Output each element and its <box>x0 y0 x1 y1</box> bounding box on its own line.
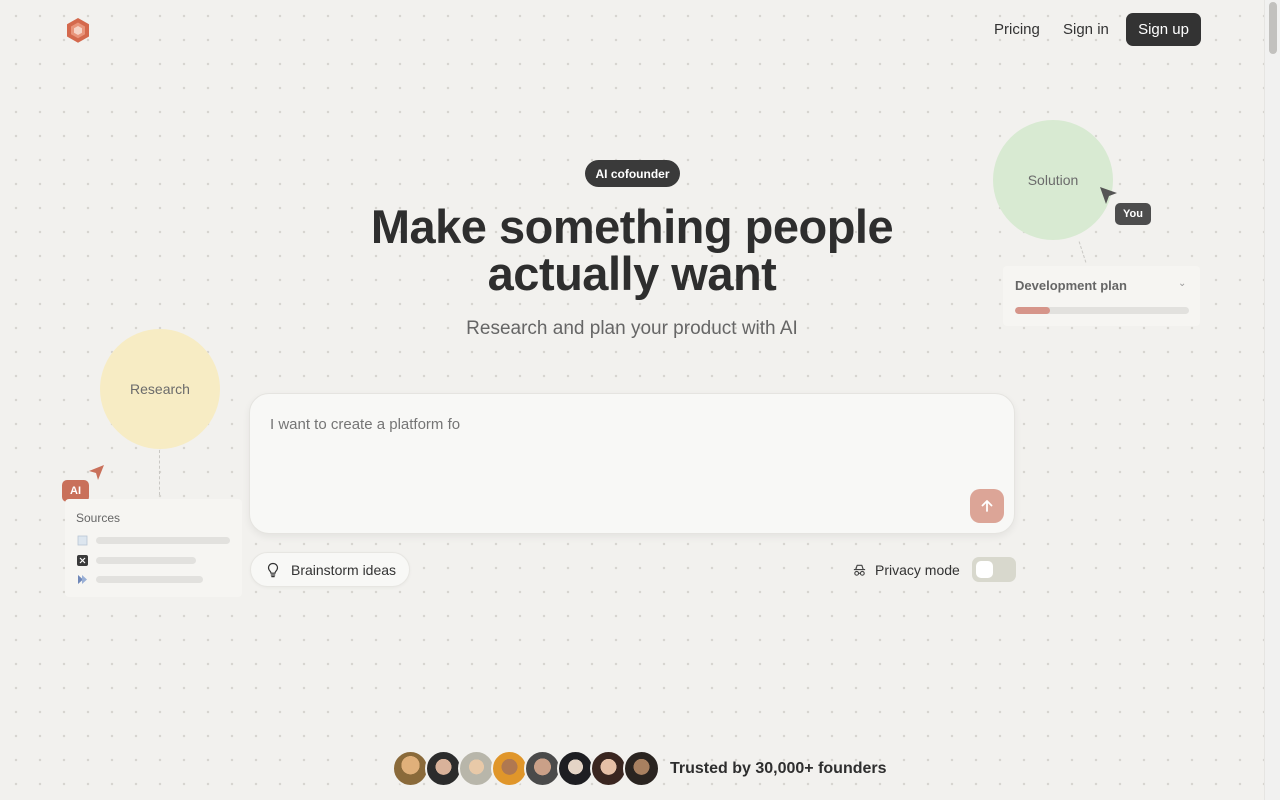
source-row-doc <box>77 535 230 545</box>
avatar <box>392 750 429 787</box>
ai-cursor-icon <box>89 465 104 480</box>
trusted-by-text: Trusted by 30,000+ founders <box>670 759 887 777</box>
research-label: Research <box>130 381 190 397</box>
send-button[interactable] <box>970 489 1004 523</box>
prompt-input[interactable] <box>270 416 970 476</box>
avatar <box>623 750 660 787</box>
ai-cofounder-badge: AI cofounder <box>585 160 680 187</box>
avatar <box>524 750 561 787</box>
connector-line <box>159 450 160 495</box>
avatar <box>557 750 594 787</box>
avatar <box>425 750 462 787</box>
arrow-up-icon <box>981 500 993 512</box>
source-bar <box>96 575 203 583</box>
brainstorm-ideas-button[interactable]: Brainstorm ideas <box>250 552 410 587</box>
document-icon <box>77 535 88 545</box>
chevron-down-icon: ⌄ <box>1178 278 1187 289</box>
source-row-media <box>77 574 203 584</box>
founder-avatars <box>392 750 660 787</box>
hero-subtitle: Research and plan your product with AI <box>466 318 798 339</box>
incognito-icon <box>853 564 866 576</box>
progress-fill <box>1015 307 1050 314</box>
solution-label: Solution <box>1027 172 1079 188</box>
avatar <box>458 750 495 787</box>
privacy-mode-toggle[interactable] <box>972 557 1016 582</box>
sources-card: Sources <box>65 499 242 597</box>
trusted-by-row: Trusted by 30,000+ founders <box>392 750 887 787</box>
research-bubble: Research <box>100 329 220 449</box>
brainstorm-label: Brainstorm ideas <box>291 561 397 578</box>
signup-button[interactable]: Sign up <box>1126 13 1201 46</box>
hero-title: Make something people actually want <box>370 200 894 300</box>
source-bar <box>96 536 230 544</box>
development-plan-progress <box>1015 307 1189 314</box>
development-plan-title: Development plan <box>1015 278 1127 293</box>
source-row-x <box>77 554 196 566</box>
logo-icon[interactable] <box>64 16 92 44</box>
lightbulb-icon <box>267 562 279 577</box>
avatar <box>590 750 627 787</box>
solution-bubble: Solution <box>993 120 1113 240</box>
scrollbar-thumb[interactable] <box>1269 2 1277 54</box>
nav-signin-link[interactable]: Sign in <box>1063 21 1109 38</box>
you-tag: You <box>1115 203 1151 225</box>
sources-title: Sources <box>76 511 121 525</box>
privacy-mode: Privacy mode <box>852 558 960 582</box>
x-logo-icon <box>77 554 88 566</box>
page-scrollbar[interactable] <box>1264 0 1280 800</box>
nav-pricing-link[interactable]: Pricing <box>994 21 1040 38</box>
privacy-mode-label: Privacy mode <box>875 562 960 578</box>
avatar <box>491 750 528 787</box>
connector-line <box>1078 241 1087 263</box>
source-bar <box>96 556 196 564</box>
media-icon <box>78 574 87 584</box>
toggle-knob <box>976 561 993 578</box>
development-plan-card: Development plan ⌄ <box>1003 266 1200 326</box>
prompt-card <box>249 393 1015 534</box>
